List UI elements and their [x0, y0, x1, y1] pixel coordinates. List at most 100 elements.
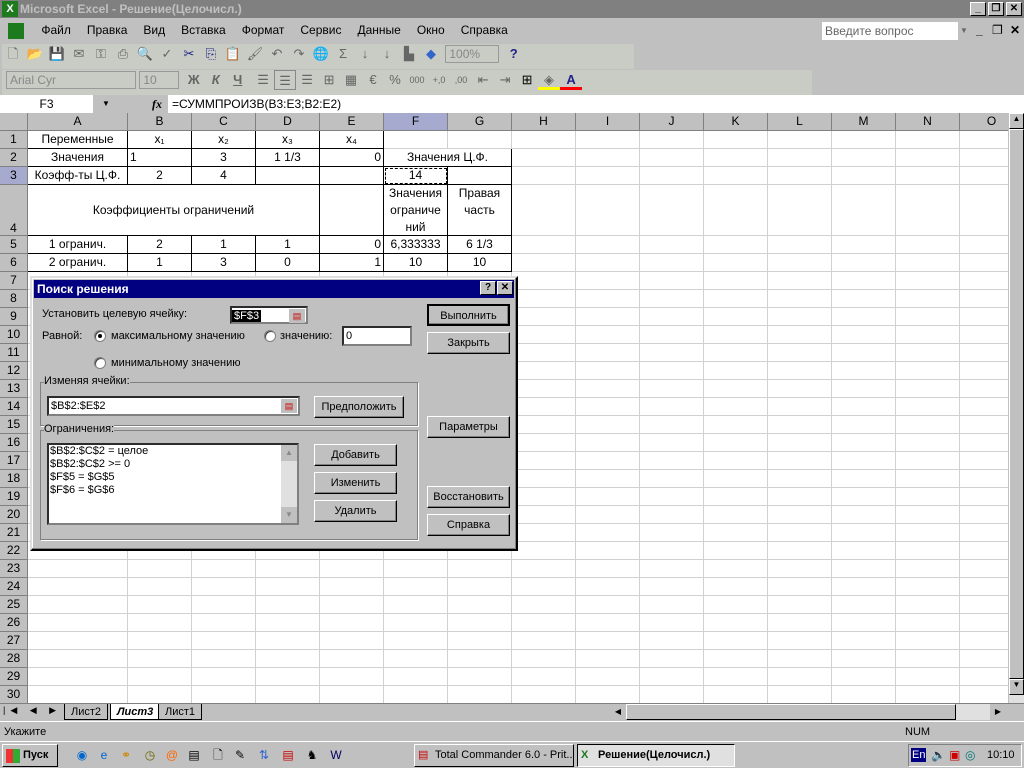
cell-O15[interactable]: [960, 416, 1008, 434]
paste-icon[interactable]: 📋: [222, 44, 244, 64]
doc-restore-button[interactable]: ❐: [992, 18, 1003, 43]
cell-B1[interactable]: x₁: [128, 131, 192, 149]
preview-icon[interactable]: 🔍: [134, 44, 156, 64]
row-header[interactable]: 1: [0, 131, 28, 149]
cell-N8[interactable]: [896, 290, 960, 308]
thousands-icon[interactable]: 000: [406, 70, 428, 90]
cell-I15[interactable]: [576, 416, 640, 434]
cell-M12[interactable]: [832, 362, 896, 380]
cell-O23[interactable]: [960, 560, 1008, 578]
cell-N10[interactable]: [896, 326, 960, 344]
cell-H10[interactable]: [512, 326, 576, 344]
cell-K24[interactable]: [704, 578, 768, 596]
menu-6[interactable]: Данные: [349, 18, 408, 43]
cell-N20[interactable]: [896, 506, 960, 524]
cell-O24[interactable]: [960, 578, 1008, 596]
increase-indent-icon[interactable]: ⇥: [494, 70, 516, 90]
constraints-scrollbar[interactable]: ▲ ▼: [281, 445, 297, 523]
row-header[interactable]: 14: [0, 398, 28, 416]
scroll-right-button[interactable]: ▶: [990, 704, 1006, 720]
redo-icon[interactable]: ↷: [288, 44, 310, 64]
cell-A5[interactable]: 1 огранич.: [28, 236, 128, 254]
link-icon[interactable]: ⚭: [118, 747, 134, 763]
cell-I20[interactable]: [576, 506, 640, 524]
row-header[interactable]: 30: [0, 686, 28, 703]
cell-J1[interactable]: [640, 131, 704, 149]
cell-M23[interactable]: [832, 560, 896, 578]
cell-O10[interactable]: [960, 326, 1008, 344]
cell-F24[interactable]: [384, 578, 448, 596]
column-header[interactable]: H: [512, 113, 576, 131]
cell-G25[interactable]: [448, 596, 512, 614]
merge-icon[interactable]: ⊞: [318, 70, 340, 90]
tray-app2-icon[interactable]: ◎: [965, 748, 975, 762]
cell-L14[interactable]: [768, 398, 832, 416]
scroll-up-button[interactable]: ▲: [281, 445, 297, 461]
cell-B2[interactable]: 1: [128, 149, 192, 167]
cell-L6[interactable]: [768, 254, 832, 272]
cell-F26[interactable]: [384, 614, 448, 632]
cell-O4[interactable]: [960, 185, 1008, 236]
cell-G6[interactable]: 10: [448, 254, 512, 272]
mail-icon[interactable]: @: [164, 747, 180, 763]
cell-M24[interactable]: [832, 578, 896, 596]
chevron-down-icon[interactable]: ▼: [94, 95, 118, 113]
cell-N1[interactable]: [896, 131, 960, 149]
cell-F5[interactable]: 6,333333: [384, 236, 448, 254]
cell-O2[interactable]: [960, 149, 1008, 167]
cell-A24[interactable]: [28, 578, 128, 596]
cell-N30[interactable]: [896, 686, 960, 703]
row-header[interactable]: 13: [0, 380, 28, 398]
doc-close-button[interactable]: ✕: [1010, 18, 1020, 43]
cell-H6[interactable]: [512, 254, 576, 272]
collapse-dialog-icon[interactable]: ▤: [281, 399, 297, 413]
cell-D25[interactable]: [256, 596, 320, 614]
row-header[interactable]: 24: [0, 578, 28, 596]
row-header[interactable]: 27: [0, 632, 28, 650]
cell-J28[interactable]: [640, 650, 704, 668]
cell-F30[interactable]: [384, 686, 448, 703]
cell-N5[interactable]: [896, 236, 960, 254]
cell-L9[interactable]: [768, 308, 832, 326]
cell-C2[interactable]: 3: [192, 149, 256, 167]
cell-N17[interactable]: [896, 452, 960, 470]
scroll-down-button[interactable]: ▼: [1009, 679, 1024, 695]
cell-M3[interactable]: [832, 167, 896, 185]
cell-O19[interactable]: [960, 488, 1008, 506]
row-header[interactable]: 7: [0, 272, 28, 290]
autosum-icon[interactable]: Σ: [332, 44, 354, 64]
cell-B30[interactable]: [128, 686, 192, 703]
cell-J21[interactable]: [640, 524, 704, 542]
cell-C26[interactable]: [192, 614, 256, 632]
cell-N14[interactable]: [896, 398, 960, 416]
cell-G3[interactable]: [448, 167, 512, 185]
cell-H17[interactable]: [512, 452, 576, 470]
cell-K30[interactable]: [704, 686, 768, 703]
cell-K27[interactable]: [704, 632, 768, 650]
cell-M6[interactable]: [832, 254, 896, 272]
chart-icon[interactable]: ▙: [398, 44, 420, 64]
cell-N12[interactable]: [896, 362, 960, 380]
cell-K1[interactable]: [704, 131, 768, 149]
cell-M26[interactable]: [832, 614, 896, 632]
permission-icon[interactable]: ⚿: [90, 44, 112, 64]
cell-K26[interactable]: [704, 614, 768, 632]
cell-N29[interactable]: [896, 668, 960, 686]
cell-O12[interactable]: [960, 362, 1008, 380]
cell-G4[interactable]: Правая часть: [448, 185, 512, 236]
cell-J17[interactable]: [640, 452, 704, 470]
cell-M5[interactable]: [832, 236, 896, 254]
scroll-thumb[interactable]: [626, 704, 956, 720]
cell-J13[interactable]: [640, 380, 704, 398]
constraint-item[interactable]: $F$6 = $G$6: [49, 484, 297, 497]
menu-5[interactable]: Сервис: [292, 18, 349, 43]
cell-F28[interactable]: [384, 650, 448, 668]
cell-K20[interactable]: [704, 506, 768, 524]
edit-icon[interactable]: ✎: [232, 747, 248, 763]
cell-N21[interactable]: [896, 524, 960, 542]
tab-sheet2[interactable]: Лист2: [64, 704, 109, 720]
cell-N25[interactable]: [896, 596, 960, 614]
cell-H25[interactable]: [512, 596, 576, 614]
font-color-icon[interactable]: A: [560, 70, 583, 90]
cell-H5[interactable]: [512, 236, 576, 254]
